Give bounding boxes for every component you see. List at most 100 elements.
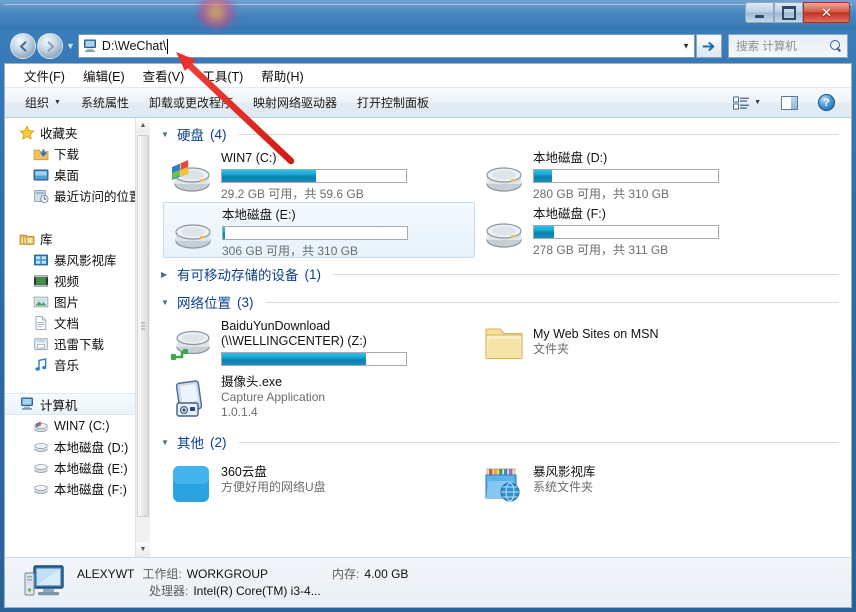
section-count: (1): [304, 266, 322, 282]
address-bar[interactable]: D:\WeChat\ ▼: [77, 34, 695, 58]
search-box[interactable]: 搜索 计算机: [728, 34, 848, 58]
capacity-label: 280 GB 可用，共 310 GB: [533, 187, 670, 201]
section-header-removable-storage[interactable]: ▶ 有可移动存储的设备 (1): [159, 258, 851, 286]
close-button[interactable]: ✕: [803, 2, 850, 23]
section-header-other[interactable]: ▼ 其他 (2): [159, 426, 851, 454]
sidebar-item-baofeng-library[interactable]: 暴风影视库: [5, 249, 150, 270]
show-preview-pane-button[interactable]: [771, 93, 808, 113]
change-view-button[interactable]: ▼: [723, 93, 771, 113]
window-controls: ✕: [745, 2, 850, 23]
app-description: 方便好用的网络U盘: [221, 480, 326, 494]
go-button[interactable]: [696, 34, 722, 58]
star-icon: [19, 124, 35, 141]
sidebar-item-thunder-download[interactable]: 迅雷下载: [5, 333, 150, 354]
sidebar-item-downloads[interactable]: 下载: [5, 143, 150, 164]
forward-button[interactable]: [37, 33, 63, 59]
open-control-panel-button[interactable]: 打开控制面板: [347, 91, 439, 114]
back-button[interactable]: [10, 33, 36, 59]
text-cursor: [167, 38, 169, 54]
capacity-bar: [221, 352, 407, 366]
sidebar-label: 本地磁盘 (D:): [54, 441, 129, 455]
organize-button[interactable]: 组织 ▼: [15, 91, 71, 114]
map-network-drive-button[interactable]: 映射网络驱动器: [243, 91, 347, 114]
hard-disks-grid: WIN7 (C:) 29.2 GB 可用，共 59.6 GB 本地磁盘 (D:)…: [159, 146, 851, 258]
sidebar-item-disk-e[interactable]: 本地磁盘 (E:): [5, 457, 150, 478]
computer-icon: [19, 396, 35, 412]
section-header-hard-disks[interactable]: ▼ 硬盘 (4): [159, 118, 851, 146]
workgroup-label: 工作组:: [142, 566, 182, 581]
maximize-button[interactable]: [774, 2, 803, 23]
drive-tile-f[interactable]: 本地磁盘 (F:) 278 GB 可用，共 311 GB: [475, 202, 787, 258]
menu-help[interactable]: 帮助(H): [252, 64, 312, 87]
sidebar-scrollbar[interactable]: ▲ ▼: [135, 118, 150, 557]
music-icon: [33, 357, 49, 373]
menu-tools[interactable]: 工具(T): [193, 64, 252, 87]
sidebar-item-disk-d[interactable]: 本地磁盘 (D:): [5, 436, 150, 457]
app-version: 1.0.1.4: [221, 405, 258, 419]
chevron-down-icon[interactable]: ▼: [682, 42, 690, 51]
sidebar-label: 下载: [54, 148, 80, 162]
capacity-fill: [222, 170, 316, 182]
section-header-network-locations[interactable]: ▼ 网络位置 (3): [159, 286, 851, 314]
drive-info: WIN7 (C:) 29.2 GB 可用，共 59.6 GB: [221, 149, 471, 202]
go-arrow-icon: [702, 41, 714, 51]
processor-label: 处理器:: [149, 583, 189, 598]
section-rule: [333, 273, 839, 275]
drive-tile-e[interactable]: 本地磁盘 (E:) 306 GB 可用，共 310 GB: [163, 202, 475, 258]
sidebar-label: 文档: [54, 317, 80, 331]
recent-pages-caret-icon[interactable]: ▼: [66, 41, 75, 51]
menu-edit[interactable]: 编辑(E): [74, 64, 134, 87]
memory-label: 内存:: [332, 566, 360, 581]
sidebar-item-computer[interactable]: 计算机: [5, 393, 150, 415]
folder-info: My Web Sites on MSN 文件夹: [533, 317, 783, 357]
sidebar-item-pictures[interactable]: 图片: [5, 291, 150, 312]
computer-name: ALEXYWT: [77, 566, 135, 581]
scroll-up-arrow-icon[interactable]: ▲: [136, 118, 150, 133]
forward-arrow-icon: [47, 40, 54, 52]
app-tile-360-cloud[interactable]: 360云盘 方便好用的网络U盘: [163, 454, 475, 510]
sidebar-item-libraries[interactable]: 库: [5, 228, 150, 249]
sidebar-label: WIN7 (C:): [54, 418, 110, 433]
sidebar-item-documents[interactable]: 文档: [5, 312, 150, 333]
network-locations-grid: BaiduYunDownload (\\WELLINGCENTER) (Z:): [159, 314, 851, 426]
uninstall-or-change-program-button[interactable]: 卸载或更改程序: [139, 91, 243, 114]
app-info: 360云盘 方便好用的网络U盘: [221, 457, 471, 495]
app-tile-camera[interactable]: 摄像头.exe Capture Application 1.0.1.4: [163, 370, 475, 426]
content-pane: ▼ 硬盘 (4) WIN7 (C:) 29.2 GB 可用，共 59.6 GB …: [151, 118, 851, 557]
collapse-triangle-icon[interactable]: ▶: [161, 270, 171, 279]
navigation-bar: ▼ D:\WeChat\ ▼ 搜索 计算机: [4, 30, 852, 62]
section-count: (3): [237, 294, 254, 310]
section-rule: [238, 133, 839, 135]
network-drive-tile-z[interactable]: BaiduYunDownload (\\WELLINGCENTER) (Z:): [163, 314, 475, 370]
scrollbar-thumb[interactable]: [137, 135, 149, 517]
menu-file[interactable]: 文件(F): [15, 64, 74, 87]
drive-icon: [481, 155, 527, 197]
expand-triangle-icon[interactable]: ▼: [161, 438, 171, 447]
drive-icon: [170, 212, 216, 254]
sidebar-item-music[interactable]: 音乐: [5, 354, 150, 375]
sidebar-item-favorites[interactable]: 收藏夹: [5, 122, 150, 143]
drive-icon: [33, 460, 49, 476]
folder-type: 文件夹: [533, 342, 570, 356]
expand-triangle-icon[interactable]: ▼: [161, 130, 171, 139]
scroll-down-arrow-icon[interactable]: ▼: [136, 542, 150, 557]
folder-tile-baofeng-library[interactable]: 暴风影视库 系统文件夹: [475, 454, 787, 510]
menu-view[interactable]: 查看(V): [134, 64, 194, 87]
sidebar-item-desktop[interactable]: 桌面: [5, 164, 150, 185]
sidebar-item-recent-places[interactable]: 最近访问的位置: [5, 185, 150, 206]
sidebar-item-disk-f[interactable]: 本地磁盘 (F:): [5, 478, 150, 499]
folder-type: 系统文件夹: [533, 480, 594, 494]
drive-tile-d[interactable]: 本地磁盘 (D:) 280 GB 可用，共 310 GB: [475, 146, 787, 202]
expand-triangle-icon[interactable]: ▼: [161, 298, 171, 307]
minimize-button[interactable]: [745, 2, 774, 23]
help-button[interactable]: ?: [808, 91, 845, 114]
drive-info: 本地磁盘 (D:) 280 GB 可用，共 310 GB: [533, 149, 783, 202]
folder-tile-my-web-sites[interactable]: My Web Sites on MSN 文件夹: [475, 314, 787, 370]
system-properties-button[interactable]: 系统属性: [71, 91, 139, 114]
documents-icon: [33, 315, 49, 331]
sidebar-item-win7-c[interactable]: WIN7 (C:): [5, 415, 150, 436]
sidebar-item-videos[interactable]: 视频: [5, 270, 150, 291]
drive-tile-c[interactable]: WIN7 (C:) 29.2 GB 可用，共 59.6 GB: [163, 146, 475, 202]
capacity-label: 278 GB 可用，共 311 GB: [533, 243, 669, 257]
